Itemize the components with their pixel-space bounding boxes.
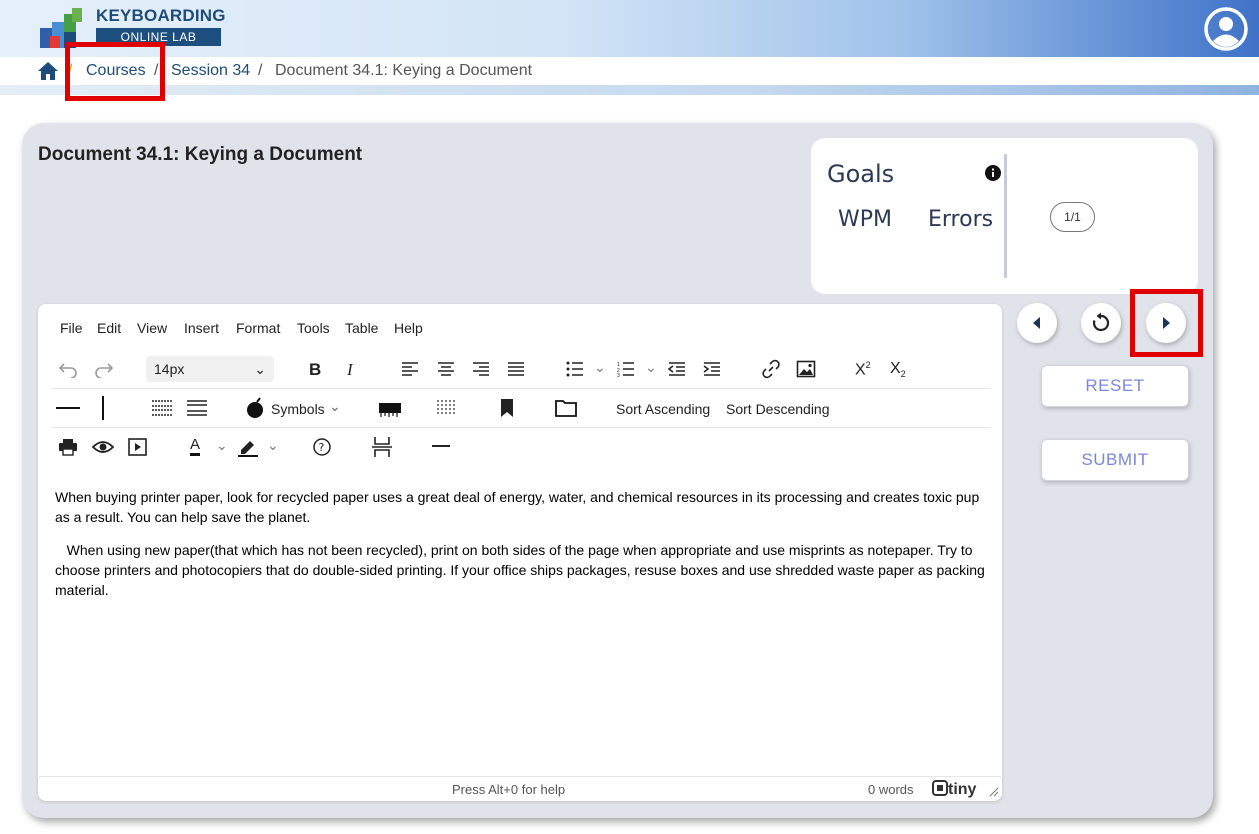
chevron-down-icon[interactable]: ⌄ [329, 398, 341, 415]
menu-format[interactable]: Format [236, 320, 280, 336]
print-icon[interactable] [58, 438, 78, 456]
logo-title: KEYBOARDING [96, 6, 226, 25]
preview-icon[interactable] [92, 438, 114, 456]
chevron-down-icon[interactable]: ⌄ [594, 359, 606, 376]
font-size-select[interactable]: 14px ⌄ [146, 356, 274, 382]
menu-file[interactable]: File [60, 320, 83, 336]
menu-view[interactable]: View [137, 320, 167, 336]
menu-tools[interactable]: Tools [297, 320, 330, 336]
text-color-icon[interactable]: A [190, 437, 201, 456]
menu-insert[interactable]: Insert [184, 320, 219, 336]
tiny-logo[interactable]: tiny [932, 780, 976, 799]
image-icon[interactable] [796, 359, 816, 379]
paragraph-spacing-icon[interactable] [187, 400, 207, 416]
table-grid-icon[interactable] [437, 400, 455, 414]
submit-button[interactable]: SUBMIT [1041, 439, 1189, 481]
resize-handle-icon[interactable] [989, 787, 999, 797]
menu-help[interactable]: Help [394, 320, 423, 336]
symbols-button[interactable]: Symbols [271, 401, 325, 417]
subscript-icon[interactable]: X2 [890, 360, 906, 379]
toolbar-divider [51, 388, 991, 389]
chevron-down-icon[interactable]: ⌄ [216, 437, 228, 454]
paragraph: When buying printer paper, look for recy… [55, 489, 980, 525]
chevron-left-icon [1033, 317, 1040, 329]
numbered-list-icon[interactable]: 123 [617, 361, 635, 377]
page-break-icon[interactable] [372, 437, 392, 457]
undo-icon[interactable] [58, 360, 78, 378]
ruler-icon[interactable] [379, 401, 401, 417]
vertical-line-icon[interactable] [96, 396, 110, 420]
tiny-logo-icon [932, 780, 948, 796]
editor-statusbar: Press Alt+0 for help 0 words tiny [39, 776, 1001, 800]
link-icon[interactable] [761, 359, 781, 379]
home-icon[interactable] [37, 61, 59, 81]
outdent-icon[interactable] [668, 361, 686, 377]
line-spacing-icon[interactable] [152, 400, 172, 416]
svg-text:3: 3 [617, 373, 620, 377]
media-icon[interactable] [128, 438, 148, 456]
previous-button[interactable] [1017, 303, 1057, 343]
breadcrumb-session-link[interactable]: Session 34 [171, 61, 250, 81]
chevron-down-icon[interactable]: ⌄ [645, 359, 657, 376]
highlight-color-icon[interactable] [238, 437, 258, 457]
italic-button[interactable]: I [347, 360, 353, 380]
help-hint: Press Alt+0 for help [452, 782, 566, 797]
errors-label: Errors [928, 207, 994, 232]
sort-ascending-button[interactable]: Sort Ascending [616, 401, 710, 417]
restart-icon [1092, 312, 1110, 332]
restart-button[interactable] [1081, 303, 1121, 343]
bold-button[interactable]: B [309, 360, 321, 380]
breadcrumb-separator: / [258, 62, 263, 79]
highlight-box [1130, 289, 1203, 357]
bullet-list-icon[interactable] [566, 361, 584, 377]
align-justify-icon[interactable] [507, 361, 525, 377]
chevron-down-icon: ⌄ [254, 361, 266, 377]
svg-text:?: ? [319, 441, 325, 454]
folder-icon[interactable] [555, 399, 577, 417]
highlight-box [65, 42, 165, 101]
bomb-icon[interactable] [245, 396, 265, 420]
toolbar-divider [51, 427, 991, 428]
editor-content[interactable]: When buying printer paper, look for recy… [55, 487, 990, 613]
chevron-down-icon[interactable]: ⌄ [267, 437, 279, 454]
align-left-icon[interactable] [401, 361, 419, 377]
superscript-icon[interactable]: X2 [855, 360, 871, 379]
paragraph: When using new paper(that which has not … [55, 542, 985, 598]
menu-table[interactable]: Table [345, 320, 378, 336]
page-indicator: 1/1 [1050, 202, 1095, 232]
info-icon[interactable] [985, 165, 1001, 181]
redo-icon[interactable] [94, 360, 114, 378]
align-center-icon[interactable] [437, 361, 455, 377]
sort-descending-button[interactable]: Sort Descending [726, 401, 830, 417]
horizontal-rule-icon[interactable] [431, 440, 451, 452]
menu-edit[interactable]: Edit [97, 320, 121, 336]
breadcrumb-underline [0, 85, 1259, 95]
horizontal-line-icon[interactable] [56, 402, 80, 414]
page-title: Document 34.1: Keying a Document [38, 144, 363, 165]
word-count[interactable]: 0 words [868, 782, 914, 797]
wpm-label: WPM [838, 207, 893, 232]
account-icon[interactable] [1203, 6, 1249, 52]
goals-title: Goals [827, 160, 895, 188]
align-right-icon[interactable] [472, 361, 490, 377]
help-icon[interactable]: ? [313, 438, 331, 456]
bookmark-icon[interactable] [500, 399, 514, 417]
goals-divider [1004, 154, 1007, 278]
reset-button[interactable]: RESET [1041, 365, 1189, 407]
indent-icon[interactable] [703, 361, 721, 377]
breadcrumb-current: Document 34.1: Keying a Document [275, 62, 533, 79]
